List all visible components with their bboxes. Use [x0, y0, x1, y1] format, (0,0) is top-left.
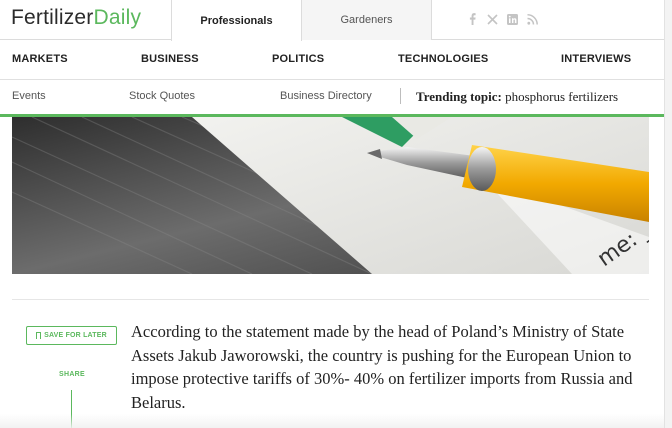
nav-markets[interactable]: MARKETS	[12, 53, 68, 65]
tab-professionals-label: Professionals	[200, 14, 273, 27]
social-links	[466, 13, 538, 25]
nav-politics[interactable]: POLITICS	[272, 53, 324, 65]
article-lead-paragraph: According to the statement made by the h…	[131, 322, 633, 412]
x-icon[interactable]	[486, 13, 498, 25]
bottom-fade	[0, 414, 664, 428]
share-label: SHARE	[59, 371, 86, 378]
nav-interviews[interactable]: INTERVIEWS	[561, 53, 631, 65]
bookmark-icon	[36, 332, 42, 339]
page-scrollbar[interactable]	[664, 0, 672, 428]
sub-nav: Events Stock Quotes Business Directory T…	[0, 80, 664, 117]
tab-gardeners[interactable]: Gardeners	[302, 0, 432, 40]
trending-topic: Trending topic: phosphorus fertilizers	[416, 89, 618, 105]
subnav-divider	[400, 88, 401, 104]
subnav-events[interactable]: Events	[12, 90, 46, 102]
site-logo[interactable]: FertilizerDaily	[11, 6, 141, 30]
nav-technologies[interactable]: TECHNOLOGIES	[398, 53, 488, 65]
trending-label: Trending topic:	[416, 89, 502, 104]
tab-gardeners-label: Gardeners	[340, 14, 393, 26]
logo-part-2: Daily	[93, 6, 142, 29]
rss-icon[interactable]	[526, 13, 538, 25]
subnav-stock-quotes[interactable]: Stock Quotes	[129, 90, 195, 102]
main-nav: MARKETS BUSINESS POLITICS TECHNOLOGIES I…	[0, 40, 664, 80]
tab-professionals[interactable]: Professionals	[171, 0, 302, 41]
subnav-business-directory[interactable]: Business Directory	[280, 90, 372, 102]
linkedin-icon[interactable]	[506, 13, 518, 25]
logo-part-1: Fertilizer	[11, 6, 94, 29]
hero-image: me: _	[12, 117, 649, 274]
facebook-icon[interactable]	[466, 13, 478, 25]
save-for-later-label: SAVE FOR LATER	[44, 332, 107, 339]
nav-business[interactable]: BUSINESS	[141, 53, 199, 65]
top-bar: FertilizerDaily Professionals Gardeners	[0, 0, 664, 41]
save-for-later-button[interactable]: SAVE FOR LATER	[26, 326, 117, 345]
trending-topic-link[interactable]: phosphorus fertilizers	[505, 89, 618, 104]
content-separator	[12, 299, 649, 300]
